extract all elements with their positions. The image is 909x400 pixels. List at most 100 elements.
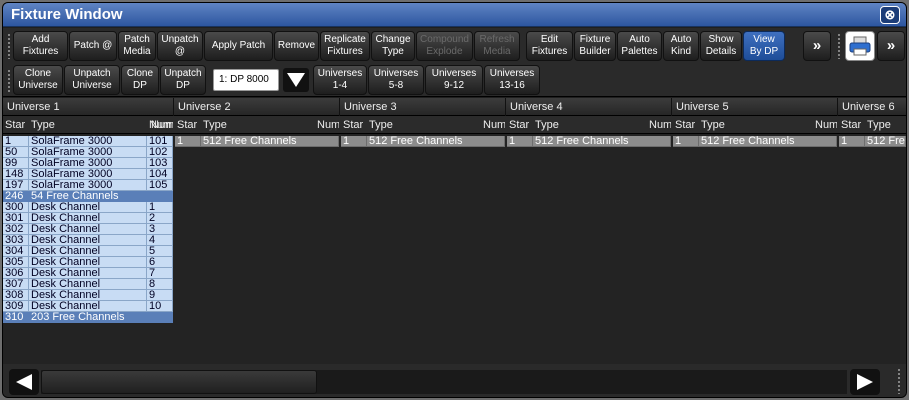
apply-patch-button[interactable]: Apply Patch xyxy=(204,31,273,61)
close-button[interactable]: ⊗ xyxy=(880,6,900,24)
column-header-start[interactable]: Star xyxy=(341,116,367,134)
table-row[interactable]: 307 Desk Channel 8 xyxy=(3,279,173,290)
scroll-left-button[interactable] xyxy=(9,369,39,395)
universes-9-12-button[interactable]: Universes 9-12 xyxy=(425,65,483,95)
column-header-type[interactable]: Type xyxy=(865,116,906,134)
table-row[interactable]: 197 SolaFrame 3000 105 xyxy=(3,180,173,191)
unpatch-dp-button[interactable]: Unpatch DP xyxy=(160,65,206,95)
table-row[interactable]: 148 SolaFrame 3000 104 xyxy=(3,169,173,180)
universes-5-8-button[interactable]: Universes 5-8 xyxy=(368,65,424,95)
table-row[interactable]: 1512 Free xyxy=(837,136,906,147)
scroll-thumb[interactable] xyxy=(41,370,317,394)
table-row[interactable]: 306 Desk Channel 7 xyxy=(3,268,173,279)
cell-num: 9 xyxy=(147,290,173,301)
cell-start: 301 xyxy=(3,213,29,224)
more-toolbar-button[interactable]: » xyxy=(803,31,831,61)
toolbar-grip[interactable] xyxy=(7,69,11,93)
cell-start: 310 xyxy=(3,312,29,323)
dp-dropdown-button[interactable] xyxy=(283,68,309,92)
column-header-start[interactable]: Star xyxy=(839,116,865,134)
table-row[interactable]: 310 203 Free Channels xyxy=(3,312,173,323)
column-header-start[interactable]: Star xyxy=(507,116,533,134)
universe-header[interactable]: Universe 3 xyxy=(339,98,505,116)
column-header-start[interactable]: Star xyxy=(175,116,201,134)
cell-type: Desk Channel xyxy=(29,224,147,235)
universe-column: Star Type Num 1 512 Free Channels xyxy=(151,116,339,364)
universe-header[interactable]: Universe 6 xyxy=(837,98,906,116)
cell-start: 1 xyxy=(341,136,367,147)
cell-type: SolaFrame 3000 xyxy=(29,136,147,147)
unpatch-universe-button[interactable]: Unpatch Universe xyxy=(64,65,120,95)
table-row[interactable]: 305 Desk Channel 6 xyxy=(3,257,173,268)
table-row[interactable]: 50 SolaFrame 3000 102 xyxy=(3,147,173,158)
add-fixtures-button[interactable]: Add Fixtures xyxy=(13,31,68,61)
clone-universe-button[interactable]: Clone Universe xyxy=(13,65,63,95)
column-header-num[interactable]: Num xyxy=(149,116,173,134)
compound-explode-button[interactable]: Compound Explode xyxy=(416,31,473,61)
print-button[interactable] xyxy=(845,31,875,61)
dp-select[interactable]: 1: DP 8000 xyxy=(213,69,279,91)
cell-start: 1 xyxy=(673,136,699,147)
edit-fixtures-button[interactable]: Edit Fixtures xyxy=(526,31,573,61)
universe-header[interactable]: Universe 5 xyxy=(671,98,837,116)
universe-header[interactable]: Universe 1 xyxy=(3,98,173,116)
table-row[interactable]: 1 SolaFrame 3000 101 xyxy=(3,136,173,147)
table-row[interactable]: 302 Desk Channel 3 xyxy=(3,224,173,235)
patch-media-button[interactable]: Patch Media xyxy=(118,31,156,61)
show-details-button[interactable]: Show Details xyxy=(700,31,742,61)
cell-num: 2 xyxy=(147,213,173,224)
replicate-fixtures-button[interactable]: Replicate Fixtures xyxy=(320,31,370,61)
cell-num: 8 xyxy=(147,279,173,290)
universe-column: Star Type Num 1 512 Free Channels xyxy=(317,116,505,364)
table-row[interactable]: 99 SolaFrame 3000 103 xyxy=(3,158,173,169)
table-row[interactable]: 1 512 Free Channels xyxy=(339,136,505,147)
cell-num: 5 xyxy=(147,246,173,257)
table-row[interactable]: 1 512 Free Channels xyxy=(505,136,671,147)
cell-start: 308 xyxy=(3,290,29,301)
column-header-num[interactable]: Num xyxy=(647,116,671,134)
column-header-num[interactable]: Num xyxy=(481,116,505,134)
title-bar[interactable]: Fixture Window ⊗ xyxy=(3,3,906,27)
clone-dp-button[interactable]: Clone DP xyxy=(121,65,159,95)
view-by-dp-button[interactable]: View By DP xyxy=(743,31,785,61)
table-row[interactable]: 309 Desk Channel 10 xyxy=(3,301,173,312)
cell-start: 304 xyxy=(3,246,29,257)
column-header-row: Star Type Num xyxy=(3,116,173,134)
table-row[interactable]: 1 512 Free Channels xyxy=(173,136,339,147)
unpatch-at-button[interactable]: Unpatch @ xyxy=(157,31,203,61)
scroll-right-button[interactable] xyxy=(850,369,880,395)
cell-num: 103 xyxy=(147,158,173,169)
change-type-button[interactable]: Change Type xyxy=(371,31,415,61)
universes-13-16-button[interactable]: Universes 13-16 xyxy=(484,65,540,95)
more-toolbar-button-2[interactable]: » xyxy=(877,31,905,61)
resize-grip[interactable] xyxy=(897,368,901,394)
column-header-num[interactable]: Num xyxy=(813,116,837,134)
triangle-right-icon xyxy=(857,374,873,390)
universes-1-4-button[interactable]: Universes 1-4 xyxy=(313,65,367,95)
table-row[interactable]: 300 Desk Channel 1 xyxy=(3,202,173,213)
triangle-left-icon xyxy=(16,374,32,390)
column-header-start[interactable]: Star xyxy=(3,116,29,134)
column-header-start[interactable]: Star xyxy=(673,116,699,134)
column-header-num[interactable]: Num xyxy=(315,116,339,134)
table-row[interactable]: 303 Desk Channel 4 xyxy=(3,235,173,246)
toolbar-grip[interactable] xyxy=(837,33,841,59)
table-row[interactable]: 301 Desk Channel 2 xyxy=(3,213,173,224)
universe-header[interactable]: Universe 4 xyxy=(505,98,671,116)
refresh-media-button[interactable]: Refresh Media xyxy=(474,31,520,61)
universe-headers: Universe 1 Universe 2 Universe 3 Univers… xyxy=(3,98,906,116)
cell-num: 4 xyxy=(147,235,173,246)
remove-button[interactable]: Remove xyxy=(274,31,319,61)
patch-at-button[interactable]: Patch @ xyxy=(69,31,117,61)
cell-type: Desk Channel xyxy=(29,290,147,301)
table-row[interactable]: 308 Desk Channel 9 xyxy=(3,290,173,301)
table-row[interactable]: 304 Desk Channel 5 xyxy=(3,246,173,257)
table-row[interactable]: 1 512 Free Channels xyxy=(671,136,837,147)
auto-palettes-button[interactable]: Auto Palettes xyxy=(617,31,662,61)
fixture-builder-button[interactable]: Fixture Builder xyxy=(574,31,616,61)
toolbar-grip[interactable] xyxy=(7,33,11,59)
universe-header[interactable]: Universe 2 xyxy=(173,98,339,116)
auto-kind-button[interactable]: Auto Kind xyxy=(663,31,699,61)
column-header-type[interactable]: Type xyxy=(29,116,147,134)
table-row[interactable]: 246 54 Free Channels xyxy=(3,191,173,202)
